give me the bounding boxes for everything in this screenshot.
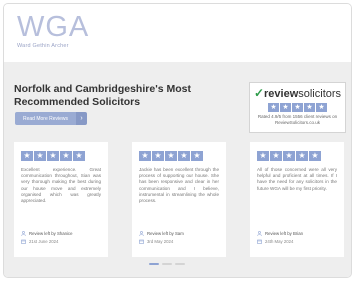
review-solicitors-badge[interactable]: ✓reviewsolicitors ★ ★ ★ ★ ★ Rated 4.9/5 from… [249, 82, 346, 133]
site-logo[interactable]: WGA Ward Gethin Archer [17, 12, 89, 49]
logo-word-review: review [264, 88, 299, 100]
star-icon: ★ [60, 151, 72, 161]
carousel-dot[interactable] [162, 263, 172, 265]
testimonial-card: ★ ★ ★ ★ ★ Excellent experience. Great commun… [14, 142, 108, 257]
star-icon: ★ [292, 103, 303, 112]
star-icon: ★ [270, 151, 282, 161]
carousel-dot[interactable] [149, 263, 159, 265]
carousel-pagination [149, 263, 185, 265]
read-more-reviews-label[interactable]: Read More Reviews [15, 112, 77, 125]
star-icon: ★ [268, 103, 279, 112]
star-icon: ★ [304, 103, 315, 112]
read-more-reviews-button[interactable]: Read More Reviews › [15, 112, 88, 125]
logo-word-solicitors: solicitors [298, 88, 342, 100]
star-icon: ★ [152, 151, 164, 161]
testimonial-date: 24th May 2024 [265, 239, 294, 244]
star-icon: ★ [47, 151, 59, 161]
testimonial-stars: ★ ★ ★ ★ ★ [257, 151, 344, 161]
testimonial-meta: Review left by Brian 24th May 2024 [257, 230, 303, 245]
star-icon: ★ [280, 103, 291, 112]
site-header: WGA Ward Gethin Archer [4, 4, 351, 62]
calendar-icon [139, 239, 144, 244]
section-headline: Norfolk and Cambridgeshire's Most Recomm… [14, 83, 191, 108]
star-icon: ★ [139, 151, 151, 161]
badge-rating-text: Rated 4.9/5 from 1556 client reviews on … [257, 114, 338, 125]
calendar-icon [257, 239, 262, 244]
calendar-icon [21, 239, 26, 244]
star-icon: ★ [283, 151, 295, 161]
star-icon: ★ [73, 151, 85, 161]
star-icon: ★ [191, 151, 203, 161]
carousel-dot[interactable] [175, 263, 185, 265]
testimonial-meta: Review left by Sam 3rd May 2024 [139, 230, 184, 245]
logo-subtitle: Ward Gethin Archer [17, 43, 69, 49]
testimonial-text: All of those concerned were all very hel… [257, 167, 337, 191]
star-icon: ★ [34, 151, 46, 161]
logo-mark: WGA [17, 11, 90, 43]
reviews-section: Norfolk and Cambridgeshire's Most Recomm… [4, 62, 351, 277]
badge-star-rating: ★ ★ ★ ★ ★ [250, 103, 345, 112]
star-icon: ★ [316, 103, 327, 112]
testimonial-carousel: ★ ★ ★ ★ ★ Excellent experience. Great commun… [14, 142, 344, 257]
star-icon: ★ [165, 151, 177, 161]
testimonial-meta: Review left by Shanice 21st June 2024 [21, 230, 72, 245]
testimonial-stars: ★ ★ ★ ★ ★ [21, 151, 108, 161]
page-frame: WGA Ward Gethin Archer Norfolk and Cambr… [3, 3, 352, 278]
testimonial-card: ★ ★ ★ ★ ★ All of those concerned were all ve… [250, 142, 344, 257]
testimonial-stars: ★ ★ ★ ★ ★ [139, 151, 226, 161]
star-icon: ★ [309, 151, 321, 161]
testimonial-text: Excellent experience. Great communicatio… [21, 167, 101, 204]
arrow-right-icon[interactable]: › [76, 112, 88, 125]
testimonial-author: Review left by Brian [265, 231, 303, 236]
testimonial-author: Review left by Shanice [29, 231, 73, 236]
user-icon [139, 231, 144, 236]
review-solicitors-logo: ✓reviewsolicitors [250, 87, 345, 100]
testimonial-author: Review left by Sam [147, 231, 184, 236]
user-icon [257, 231, 262, 236]
user-icon [21, 231, 26, 236]
testimonial-card: ★ ★ ★ ★ ★ Jackie has been excellent through … [132, 142, 226, 257]
testimonial-text: Jackie has been excellent through the pr… [139, 167, 219, 204]
star-icon: ★ [257, 151, 269, 161]
star-icon: ★ [21, 151, 33, 161]
star-icon: ★ [296, 151, 308, 161]
testimonial-date: 21st June 2024 [29, 239, 59, 244]
checkmark-icon: ✓ [253, 86, 264, 100]
star-icon: ★ [178, 151, 190, 161]
testimonial-date: 3rd May 2024 [147, 239, 174, 244]
